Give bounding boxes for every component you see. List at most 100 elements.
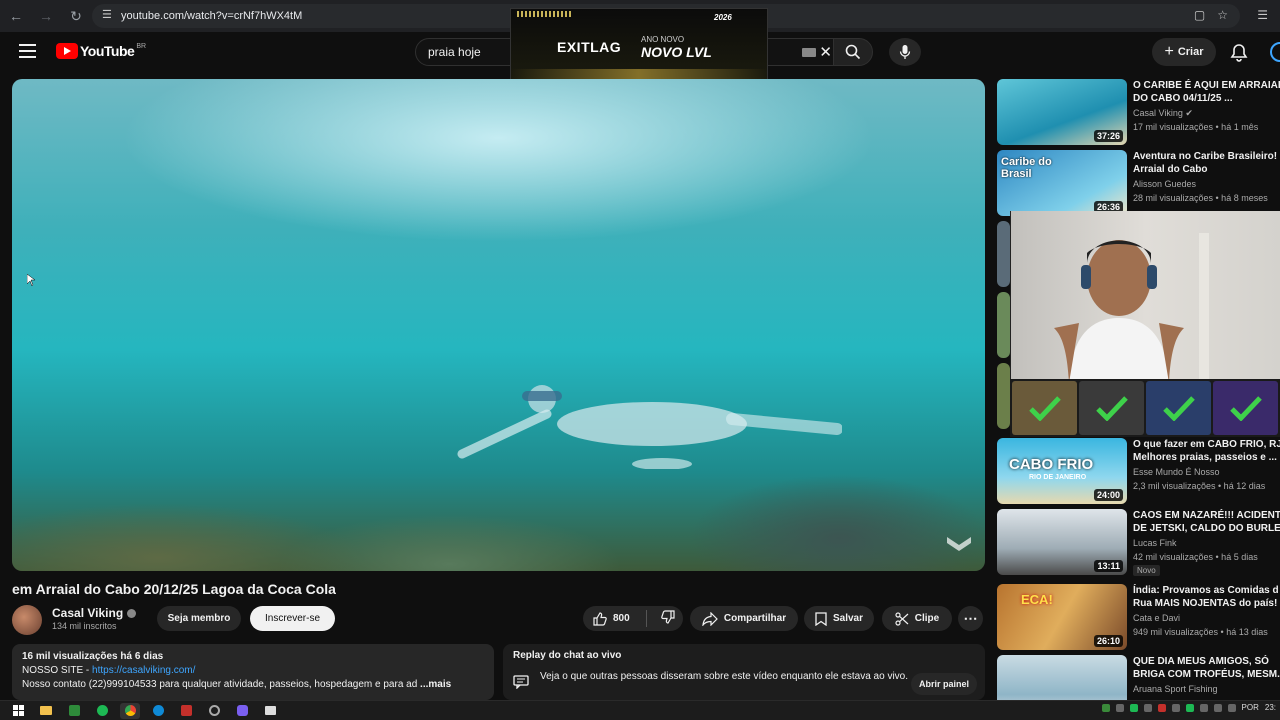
channel-watermark-icon[interactable] [945,533,973,553]
menu-icon[interactable] [19,44,36,58]
clock[interactable]: 23: [1265,703,1276,712]
edge-icon[interactable] [148,703,168,719]
language-indicator[interactable]: POR [1242,703,1259,712]
video-thumbnail[interactable] [997,221,1010,287]
xbox-app-icon[interactable] [64,703,84,719]
site-settings-icon[interactable]: ☰ [102,9,114,21]
chat-replay-title: Replay do chat ao vivo [513,650,622,661]
recommended-video[interactable]: ECA! 26:10 Índia: Provamos as Comidas dR… [997,584,1280,650]
thumbnail-text: ECA! [1021,592,1053,607]
clear-search-icon[interactable]: ✕ [819,43,832,61]
file-explorer-icon[interactable] [36,703,56,719]
create-button[interactable]: + Criar [1152,38,1216,66]
video-title[interactable]: QUE DIA MEUS AMIGOS, SÓ BRIGA COM TROFÉUS… [1133,655,1280,681]
video-thumbnail[interactable]: 13:11 [997,509,1127,575]
video-channel[interactable]: Aruana Sport Fishing [1133,684,1218,694]
video-title[interactable]: Aventura no Caribe Brasileiro! Arraial do… [1133,150,1280,176]
recommended-video[interactable]: QUE DIA MEUS AMIGOS, SÓ BRIGA COM TROFÉUS… [997,655,1280,700]
video-title[interactable]: CAOS EM NAZARÉ!!! ACIDENT DE JETSKI, CALD… [1133,509,1280,535]
app-icon[interactable] [176,703,196,719]
description-box[interactable]: 16 mil visualizações há 6 dias NOSSO SIT… [12,644,494,700]
ad-decoration [517,11,572,17]
youtube-play-icon [56,43,78,59]
channel-name[interactable]: Casal Viking [52,606,137,620]
notifications-bell-icon[interactable] [1228,42,1250,64]
site-link[interactable]: https://casalviking.com/ [92,665,195,676]
video-title[interactable]: Índia: Provamos as Comidas d Rua MAIS NOJ… [1133,584,1280,610]
share-label: Compartilhar [723,613,787,624]
video-thumbnail[interactable] [997,363,1010,429]
save-button[interactable]: Salvar [804,606,874,631]
video-thumbnail[interactable]: CABO FRIO RIO DE JANEIRO 24:00 [997,438,1127,504]
video-channel[interactable]: Lucas Fink [1133,538,1177,548]
contact-text: Nosso contato (22)999104533 para qualque… [22,679,418,690]
discord-icon[interactable] [232,703,252,719]
tray-icon[interactable] [1143,703,1152,712]
video-title[interactable]: O que fazer em CABO FRIO, RJ Melhores pra… [1133,438,1280,464]
video-thumbnail[interactable] [997,655,1127,700]
reload-icon[interactable]: ↻ [62,2,90,30]
more-actions-icon[interactable]: ⋯ [958,606,983,631]
tray-icon[interactable] [1199,703,1208,712]
tray-icon[interactable] [1171,703,1180,712]
video-thumbnail[interactable] [997,292,1010,358]
recommended-video[interactable]: Caribe do Brasil 26:36 Aventura no Carib… [997,150,1280,216]
video-thumbnail[interactable]: 37:26 [997,79,1127,145]
checkmark-icon [1162,396,1195,421]
tray-icon[interactable] [1115,703,1124,712]
keyboard-icon[interactable] [802,48,816,57]
forward-icon[interactable]: → [32,2,60,30]
join-member-button[interactable]: Seja membro [157,606,241,631]
like-count: 800 [613,613,630,624]
chrome-icon[interactable] [120,702,140,719]
plus-icon: + [1164,43,1174,60]
settings-icon[interactable] [204,703,224,719]
channel-avatar[interactable] [12,605,42,635]
thumbs-up-icon [593,611,607,626]
video-channel[interactable]: Alisson Guedes [1133,179,1196,189]
video-channel[interactable]: Cata e Davi [1133,613,1180,623]
reading-list-icon[interactable]: ☰ [1257,8,1268,22]
video-title[interactable]: O CARIBE É AQUI EM ARRAIAL DO CABO 04/11/… [1133,79,1280,105]
obs-icon[interactable] [260,703,280,719]
windows-start-icon[interactable] [8,703,28,719]
tray-icon[interactable] [1157,703,1166,712]
bookmark-star-icon[interactable]: ☆ [1217,8,1228,22]
clip-button[interactable]: Clipe [882,606,952,631]
video-channel[interactable]: Esse Mundo É Nosso [1133,467,1220,477]
spotify-icon[interactable] [92,703,112,719]
share-button[interactable]: Compartilhar [690,606,798,631]
recommended-video[interactable]: 37:26 O CARIBE É AQUI EM ARRAIAL DO CABO … [997,79,1280,145]
system-tray: POR 23: [1101,703,1276,712]
search-button[interactable] [833,38,873,66]
like-dislike-group: 800 [583,606,683,631]
recommended-video[interactable]: 13:11 CAOS EM NAZARÉ!!! ACIDENT DE JETSKI… [997,509,1280,576]
open-chat-panel-button[interactable]: Abrir painel [911,673,977,695]
tray-icon[interactable] [1185,703,1194,712]
video-player[interactable] [12,79,985,571]
account-avatar[interactable] [1270,42,1280,62]
exitlag-ad-overlay[interactable]: 2026 EXITLAG ANO NOVO NOVO LVL [510,8,768,80]
video-meta: 17 mil visualizações • há 1 mês [1133,122,1259,132]
dislike-button[interactable] [653,610,675,627]
voice-search-button[interactable] [889,38,921,66]
recommended-video[interactable]: CABO FRIO RIO DE JANEIRO 24:00 O que faz… [997,438,1280,504]
show-more-link[interactable]: ...mais [417,679,451,690]
video-duration: 13:11 [1094,560,1123,572]
streamer-webcam [1010,211,1280,379]
overlay-tile [1079,381,1144,435]
subscribe-button[interactable]: Inscrever-se [250,606,335,631]
back-icon[interactable]: ← [2,2,30,30]
tray-icon[interactable] [1101,703,1110,712]
tray-icon[interactable] [1129,703,1138,712]
install-app-icon[interactable]: ▢ [1194,8,1205,22]
video-duration: 37:26 [1093,130,1123,142]
video-thumbnail[interactable]: ECA! 26:10 [997,584,1127,650]
video-channel[interactable]: Casal Viking ✔ [1133,108,1193,119]
tray-icon[interactable] [1227,703,1236,712]
youtube-logo[interactable]: YouTube BR [56,43,146,59]
like-button[interactable]: 800 [583,610,647,627]
video-meta: 42 mil visualizações • há 5 dias [1133,552,1258,562]
tray-icon[interactable] [1213,703,1222,712]
video-thumbnail[interactable]: Caribe do Brasil 26:36 [997,150,1127,216]
